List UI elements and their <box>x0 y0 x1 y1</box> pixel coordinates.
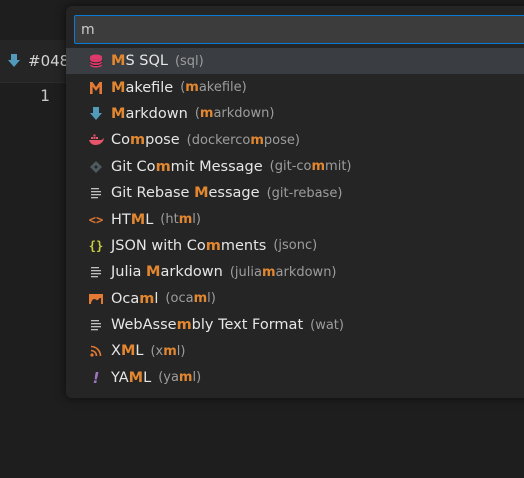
quick-pick-item[interactable]: MS SQL (sql) <box>66 48 524 75</box>
quick-pick-item-description: (xml) <box>150 343 186 359</box>
quick-pick-item[interactable]: Makefile (makefile) <box>66 74 524 100</box>
quick-pick-item-label: Makefile <box>111 79 174 96</box>
html-brackets-icon: <> <box>88 212 104 227</box>
quick-pick-item[interactable]: WebAssembly Text Format (wat) <box>66 312 524 338</box>
quick-pick-item[interactable]: ! YAML (yaml) <box>66 365 524 391</box>
quick-pick-item-description: (git-rebase) <box>266 185 343 201</box>
lines-icon <box>88 317 104 333</box>
editor-tab-label: #048 <box>28 52 70 70</box>
quick-pick-item-description: (wat) <box>310 317 344 333</box>
lines-icon <box>88 264 104 280</box>
language-mode-quick-pick: MS SQL (sql)Makefile (makefile) Markdown (ma… <box>66 6 524 398</box>
quick-pick-item[interactable]: Julia Markdown (juliamarkdown) <box>66 259 524 285</box>
quick-pick-item-label: Git Commit Message <box>111 158 263 175</box>
git-diamond-icon <box>88 159 104 175</box>
exclamation-icon: ! <box>92 368 100 387</box>
docker-icon <box>88 132 104 148</box>
quick-pick-item-description: (sql) <box>174 53 204 69</box>
quick-pick-list: MS SQL (sql) Makefile (makefile) Markdown (ma… <box>66 48 524 391</box>
quick-pick-item-description: (makefile) <box>180 80 247 96</box>
quick-pick-item-label: JSON with Comments <box>111 237 267 254</box>
makefile-icon <box>88 80 104 96</box>
lines-icon <box>88 185 104 201</box>
quick-pick-item-description: (dockercompose) <box>186 132 300 148</box>
quick-pick-item-label: Ocaml <box>111 290 159 307</box>
quick-pick-item-label: Git Rebase Message <box>111 185 260 202</box>
quick-pick-item[interactable]: Git Commit Message (git-commit) <box>66 154 524 180</box>
quick-pick-item[interactable]: Markdown (markdown) <box>66 101 524 127</box>
quick-pick-item[interactable]: Ocaml (ocaml) <box>66 286 524 312</box>
line-number: 1 <box>40 86 50 105</box>
quick-pick-item-label: Compose <box>111 132 180 149</box>
quick-pick-item[interactable]: Compose (dockercompose) <box>66 127 524 153</box>
quick-pick-item-description: (ocaml) <box>165 291 216 307</box>
quick-pick-item-description: (yaml) <box>158 370 202 386</box>
quick-pick-item-label: WebAssembly Text Format <box>111 317 304 334</box>
rss-icon <box>88 343 104 359</box>
quick-pick-item-label: MS SQL <box>111 53 168 70</box>
editor-tab[interactable]: #048 <box>0 40 70 83</box>
quick-pick-item-label: YAML <box>111 369 152 386</box>
json-braces-icon: {} <box>88 238 104 253</box>
ocaml-camel-icon <box>88 291 104 307</box>
quick-pick-item-description: (markdown) <box>194 106 275 122</box>
quick-pick-item[interactable]: {} JSON with Comments (jsonc) <box>66 233 524 259</box>
quick-pick-item-label: HTML <box>111 211 154 228</box>
quick-pick-item-description: (jsonc) <box>273 238 318 254</box>
quick-pick-item[interactable]: Git Rebase Message (git-rebase) <box>66 180 524 206</box>
markdown-arrow-icon <box>88 106 104 122</box>
quick-pick-item-label: Julia Markdown <box>111 264 223 281</box>
quick-pick-item[interactable]: XML (xml) <box>66 338 524 364</box>
database-icon <box>88 53 104 69</box>
markdown-arrow-icon <box>8 54 20 67</box>
quick-pick-item-label: Markdown <box>111 105 188 122</box>
quick-pick-item-description: (git-commit) <box>269 159 352 175</box>
quick-pick-item-description: (juliamarkdown) <box>229 264 337 280</box>
quick-pick-item-label: XML <box>111 343 144 360</box>
quick-pick-item[interactable]: <> HTML (html) <box>66 206 524 232</box>
quick-pick-item-description: (html) <box>160 212 201 228</box>
quick-pick-input[interactable] <box>74 15 524 44</box>
